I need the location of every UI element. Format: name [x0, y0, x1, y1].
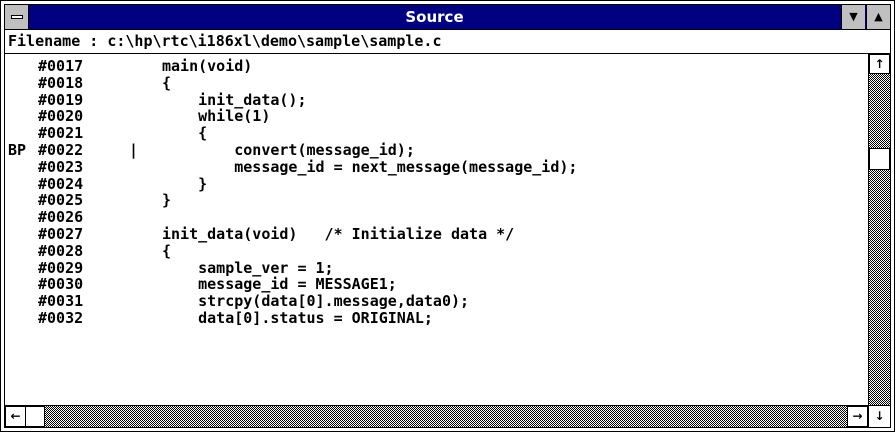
code-text: while(1) — [162, 107, 271, 126]
scroll-left-button[interactable]: ← — [5, 406, 26, 427]
filename-label: Filename : c:\hp\rtc\i186xl\demo\sample\… — [8, 32, 442, 50]
code-text: } — [162, 174, 208, 193]
code-text: convert(message_id); — [162, 141, 415, 159]
arrow-down-icon: ↓ — [874, 409, 885, 423]
arrow-left-icon: ← — [10, 409, 21, 423]
line-number: #0023 — [38, 157, 84, 176]
code-text: { — [162, 124, 208, 143]
line-number: #0018 — [38, 73, 84, 92]
code-text: message_id = next_message(message_id); — [162, 157, 578, 176]
line-number: #0031 — [38, 292, 84, 311]
triangle-up-icon: ▲ — [874, 10, 883, 23]
code-text: strcpy(data[0].message,data0); — [162, 292, 470, 311]
line-number: #0017 — [38, 57, 84, 75]
filename-bar: Filename : c:\hp\rtc\i186xl\demo\sample\… — [5, 30, 890, 54]
arrow-up-icon: ↑ — [874, 57, 885, 71]
scroll-right-button[interactable]: → — [847, 406, 868, 427]
code-text: init_data(void) /* Initialize data */ — [162, 225, 515, 243]
code-text: sample_ver = 1; — [162, 258, 334, 277]
system-menu-button[interactable] — [5, 5, 29, 29]
line-number: #0029 — [38, 258, 84, 277]
code-text: data[0].status = ORIGINAL; — [162, 309, 433, 327]
breakpoint-marker: BP — [8, 141, 27, 159]
line-number: #0025 — [38, 191, 84, 210]
code-text: main(void) — [162, 57, 253, 75]
vertical-scroll-thumb[interactable] — [869, 148, 890, 170]
horizontal-scrollbar[interactable]: ← → — [5, 405, 868, 427]
line-number: #0019 — [38, 90, 84, 109]
window-title: Source — [405, 8, 464, 26]
line-number: #0027 — [38, 225, 84, 243]
system-menu-icon — [11, 15, 23, 19]
maximize-button[interactable]: ▲ — [866, 5, 890, 29]
code-text: { — [162, 241, 172, 260]
source-window: Source ▼ ▲ Filename : c:\hp\rtc\i186xl\d… — [0, 0, 895, 432]
vertical-scrollbar[interactable]: ↑ — [868, 54, 890, 405]
line-number: #0032 — [38, 309, 84, 327]
horizontal-scroll-thumb[interactable] — [25, 406, 45, 427]
code-text: } — [162, 191, 172, 210]
window-frame: Source ▼ ▲ Filename : c:\hp\rtc\i186xl\d… — [4, 4, 891, 428]
scroll-down-button[interactable]: ↓ — [868, 405, 890, 427]
code-text: init_data(); — [162, 90, 307, 109]
line-number: #0021 — [38, 124, 84, 143]
line-number: #0022 — [38, 141, 84, 159]
line-number: #0020 — [38, 107, 84, 126]
line-number: #0030 — [38, 275, 84, 294]
minimize-button[interactable]: ▼ — [841, 5, 865, 29]
line-number: #0026 — [38, 208, 84, 227]
scroll-up-button[interactable]: ↑ — [869, 54, 890, 74]
code-text: { — [162, 73, 172, 92]
code-text: message_id = MESSAGE1; — [162, 275, 397, 294]
cursor-marker: | — [129, 141, 139, 159]
line-number: #0024 — [38, 174, 84, 193]
title-bar[interactable]: Source ▼ ▲ — [5, 5, 890, 30]
line-number: #0028 — [38, 241, 84, 260]
triangle-down-icon: ▼ — [849, 10, 858, 23]
arrow-right-icon: → — [852, 409, 863, 423]
source-code-area[interactable]: #0017 main(void) #0018 { #0019 init_data(); #… — [5, 54, 868, 405]
